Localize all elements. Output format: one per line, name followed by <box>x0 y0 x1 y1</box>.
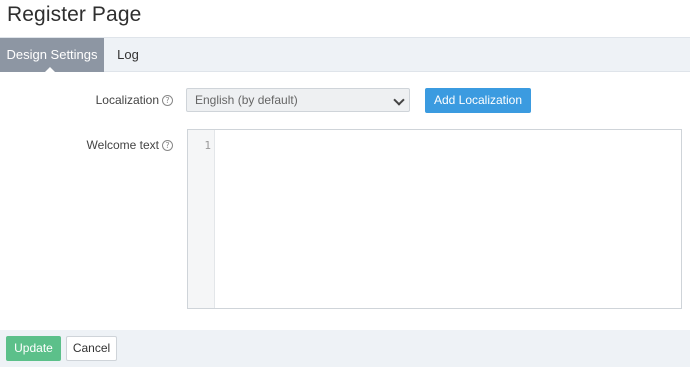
line-number: 1 <box>204 139 211 152</box>
help-icon[interactable]: ? <box>162 95 173 106</box>
localization-label: Localization <box>95 93 159 107</box>
tab-log[interactable]: Log <box>104 38 152 72</box>
editor-content[interactable] <box>216 130 681 308</box>
help-icon[interactable]: ? <box>162 140 173 151</box>
localization-label-row: Localization? <box>60 93 173 107</box>
tab-design-settings[interactable]: Design Settings <box>0 38 104 73</box>
cancel-button[interactable]: Cancel <box>66 336 117 361</box>
page-title: Register Page <box>7 3 142 26</box>
welcome-text-label: Welcome text <box>86 138 159 152</box>
add-localization-button[interactable]: Add Localization <box>425 88 531 113</box>
chevron-down-icon <box>393 94 405 106</box>
footer-bar: Update Cancel <box>0 330 690 367</box>
tab-bar: Design Settings Log <box>0 37 690 73</box>
update-button[interactable]: Update <box>6 336 61 361</box>
welcome-text-editor[interactable]: 1 <box>187 129 682 309</box>
localization-select[interactable]: English (by default) <box>186 88 410 112</box>
welcome-text-label-row: Welcome text? <box>60 138 173 152</box>
localization-select-value: English (by default) <box>195 93 298 107</box>
editor-gutter: 1 <box>188 130 215 308</box>
